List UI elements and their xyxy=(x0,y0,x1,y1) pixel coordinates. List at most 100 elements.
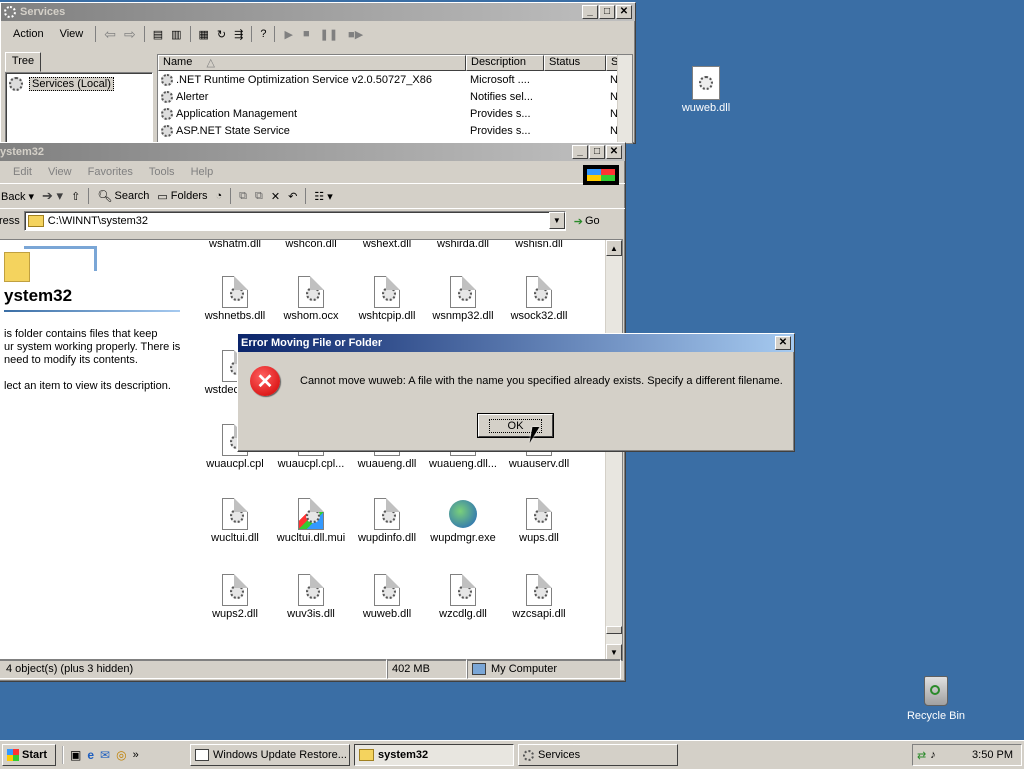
file-item[interactable]: wuweb.dll xyxy=(348,574,426,620)
start-service-icon[interactable]: ▶ xyxy=(279,28,297,41)
start-button[interactable]: Start xyxy=(2,744,56,766)
show-tree-icon[interactable]: ▥ xyxy=(167,28,185,41)
status-bar: 4 object(s) (plus 3 hidden) 402 MB My Co… xyxy=(0,659,621,679)
file-item[interactable]: wshom.ocx xyxy=(272,276,350,322)
address-dropdown-button[interactable]: ▼ xyxy=(548,212,565,229)
task-windows-update[interactable]: Windows Update Restore... xyxy=(190,744,350,766)
back-arrow-icon[interactable]: ⇦ xyxy=(100,26,120,43)
undo-icon[interactable]: ↶ xyxy=(284,190,301,203)
services-menubar: Action View ⇦ ⇨ ▤ ▥ ▦ ↻ ⇶ ? ▶ ■ ❚❚ ■▶ xyxy=(1,21,635,47)
minimize-button[interactable]: _ xyxy=(572,145,588,159)
file-item[interactable]: wuv3is.dll xyxy=(272,574,350,620)
export-icon[interactable]: ⇶ xyxy=(230,28,247,41)
forward-arrow-icon[interactable]: ➔ ▾ xyxy=(38,188,67,204)
scroll-thumb[interactable] xyxy=(606,626,622,634)
search-button[interactable]: 🔍︎ Search xyxy=(93,189,153,203)
services-titlebar[interactable]: Services _ □ ✕ xyxy=(1,3,635,21)
file-item[interactable]: wucltui.dll.mui xyxy=(272,498,350,544)
file-label: wshnetbs.dll xyxy=(204,310,266,322)
file-item[interactable]: wucltui.dll xyxy=(196,498,274,544)
file-item[interactable]: wzcdlg.dll xyxy=(424,574,502,620)
outlook-express-icon[interactable]: ✉ xyxy=(100,748,110,762)
up-folder-icon[interactable]: ⇧ xyxy=(67,190,84,203)
move-to-icon[interactable]: ⧉ xyxy=(235,190,251,203)
maximize-button[interactable]: □ xyxy=(599,5,615,19)
media-icon[interactable]: ◎ xyxy=(116,748,126,762)
file-item[interactable]: wupdinfo.dll xyxy=(348,498,426,544)
forward-arrow-icon[interactable]: ⇨ xyxy=(120,26,140,43)
file-item[interactable]: wshirda.dll xyxy=(424,240,502,250)
file-item[interactable]: wshisn.dll xyxy=(500,240,578,250)
menu-favorites[interactable]: Favorites xyxy=(80,166,141,178)
more-icon[interactable]: » xyxy=(133,749,139,761)
restart-service-icon[interactable]: ■▶ xyxy=(343,28,368,41)
menu-view[interactable]: View xyxy=(52,28,92,40)
go-button[interactable]: ➔ Go xyxy=(574,215,600,228)
service-row[interactable]: Application Management Provides s... N xyxy=(158,105,632,122)
tree-tab[interactable]: Tree xyxy=(5,52,41,72)
service-row[interactable]: .NET Runtime Optimization Service v2.0.5… xyxy=(158,71,632,88)
history-icon[interactable]: ◔ xyxy=(211,190,226,202)
file-item[interactable]: wshatm.dll xyxy=(196,240,274,250)
address-field[interactable]: C:\WINNT\system32 ▼ xyxy=(23,211,566,231)
menu-tools[interactable]: Tools xyxy=(141,166,183,178)
file-item[interactable]: wsock32.dll xyxy=(500,276,578,322)
service-row[interactable]: Alerter Notifies sel... N xyxy=(158,88,632,105)
network-icon[interactable]: ⇄ xyxy=(917,749,926,762)
copy-to-icon[interactable]: ⧉ xyxy=(251,190,267,203)
desktop-icon-recycle-bin[interactable]: Recycle Bin xyxy=(902,676,970,722)
views-icon[interactable]: ☷ ▾ xyxy=(310,190,336,203)
service-name: .NET Runtime Optimization Service v2.0.5… xyxy=(176,73,432,86)
toolbar-separator xyxy=(189,26,191,42)
menu-edit[interactable]: Edit xyxy=(5,166,40,178)
file-item[interactable]: wshtcpip.dll xyxy=(348,276,426,322)
close-button[interactable]: ✕ xyxy=(616,5,632,19)
file-item[interactable]: wshext.dll xyxy=(348,240,426,250)
up-folder-icon[interactable]: ▤ xyxy=(149,28,167,41)
help-icon[interactable]: ? xyxy=(256,28,270,40)
file-item[interactable]: wsnmp32.dll xyxy=(424,276,502,322)
file-item[interactable]: wupdmgr.exe xyxy=(424,498,502,544)
column-header-status[interactable]: Status xyxy=(544,55,606,71)
column-header-name[interactable]: Name △ xyxy=(158,55,466,71)
file-item[interactable]: wshnetbs.dll xyxy=(196,276,274,322)
dialog-titlebar[interactable]: Error Moving File or Folder ✕ xyxy=(238,334,794,352)
file-item[interactable]: wups2.dll xyxy=(196,574,274,620)
mouse-cursor-icon xyxy=(529,427,547,443)
minimize-button[interactable]: _ xyxy=(582,5,598,19)
scroll-down-button[interactable]: ▼ xyxy=(606,644,622,660)
refresh-icon[interactable]: ↻ xyxy=(213,28,230,41)
services-rows: .NET Runtime Optimization Service v2.0.5… xyxy=(158,71,632,139)
service-row[interactable]: ASP.NET State Service Provides s... N xyxy=(158,122,632,139)
services-scrollbar[interactable] xyxy=(617,55,632,143)
close-button[interactable]: ✕ xyxy=(775,336,791,350)
properties-icon[interactable]: ▦ xyxy=(195,28,213,41)
menu-view[interactable]: View xyxy=(40,166,80,178)
tree-item-services-local[interactable]: Services (Local) xyxy=(9,77,152,91)
folders-button[interactable]: ▭ Folders xyxy=(153,190,211,203)
file-label: wuaueng.dll... xyxy=(429,458,497,470)
file-item[interactable]: wups.dll xyxy=(500,498,578,544)
delete-icon[interactable]: ✕ xyxy=(267,190,284,203)
internet-explorer-icon[interactable]: e xyxy=(87,748,94,762)
stop-service-icon[interactable]: ■ xyxy=(298,28,315,40)
scroll-up-button[interactable]: ▲ xyxy=(606,240,622,256)
task-system32[interactable]: system32 xyxy=(354,744,514,766)
show-desktop-icon[interactable]: ▣ xyxy=(70,748,81,762)
clock[interactable]: 3:50 PM xyxy=(972,749,1013,761)
back-button[interactable]: Back ▾ xyxy=(0,190,38,203)
explorer-titlebar[interactable]: ystem32 _ □ ✕ xyxy=(0,143,625,161)
file-item[interactable]: wzcsapi.dll xyxy=(500,574,578,620)
task-services[interactable]: Services xyxy=(518,744,678,766)
maximize-button[interactable]: □ xyxy=(589,145,605,159)
file-item[interactable]: wshcon.dll xyxy=(272,240,350,250)
menu-help[interactable]: Help xyxy=(183,166,222,178)
pause-service-icon[interactable]: ❚❚ xyxy=(315,28,343,41)
close-button[interactable]: ✕ xyxy=(606,145,622,159)
menu-action[interactable]: Action xyxy=(5,28,52,40)
volume-icon[interactable]: ♪ xyxy=(930,749,936,761)
heading-rule xyxy=(4,310,180,312)
services-list: Name △ Description Status S .NET Runtime … xyxy=(157,54,633,144)
desktop-icon-wuweb[interactable]: wuweb.dll xyxy=(672,66,740,114)
column-header-description[interactable]: Description xyxy=(466,55,544,71)
